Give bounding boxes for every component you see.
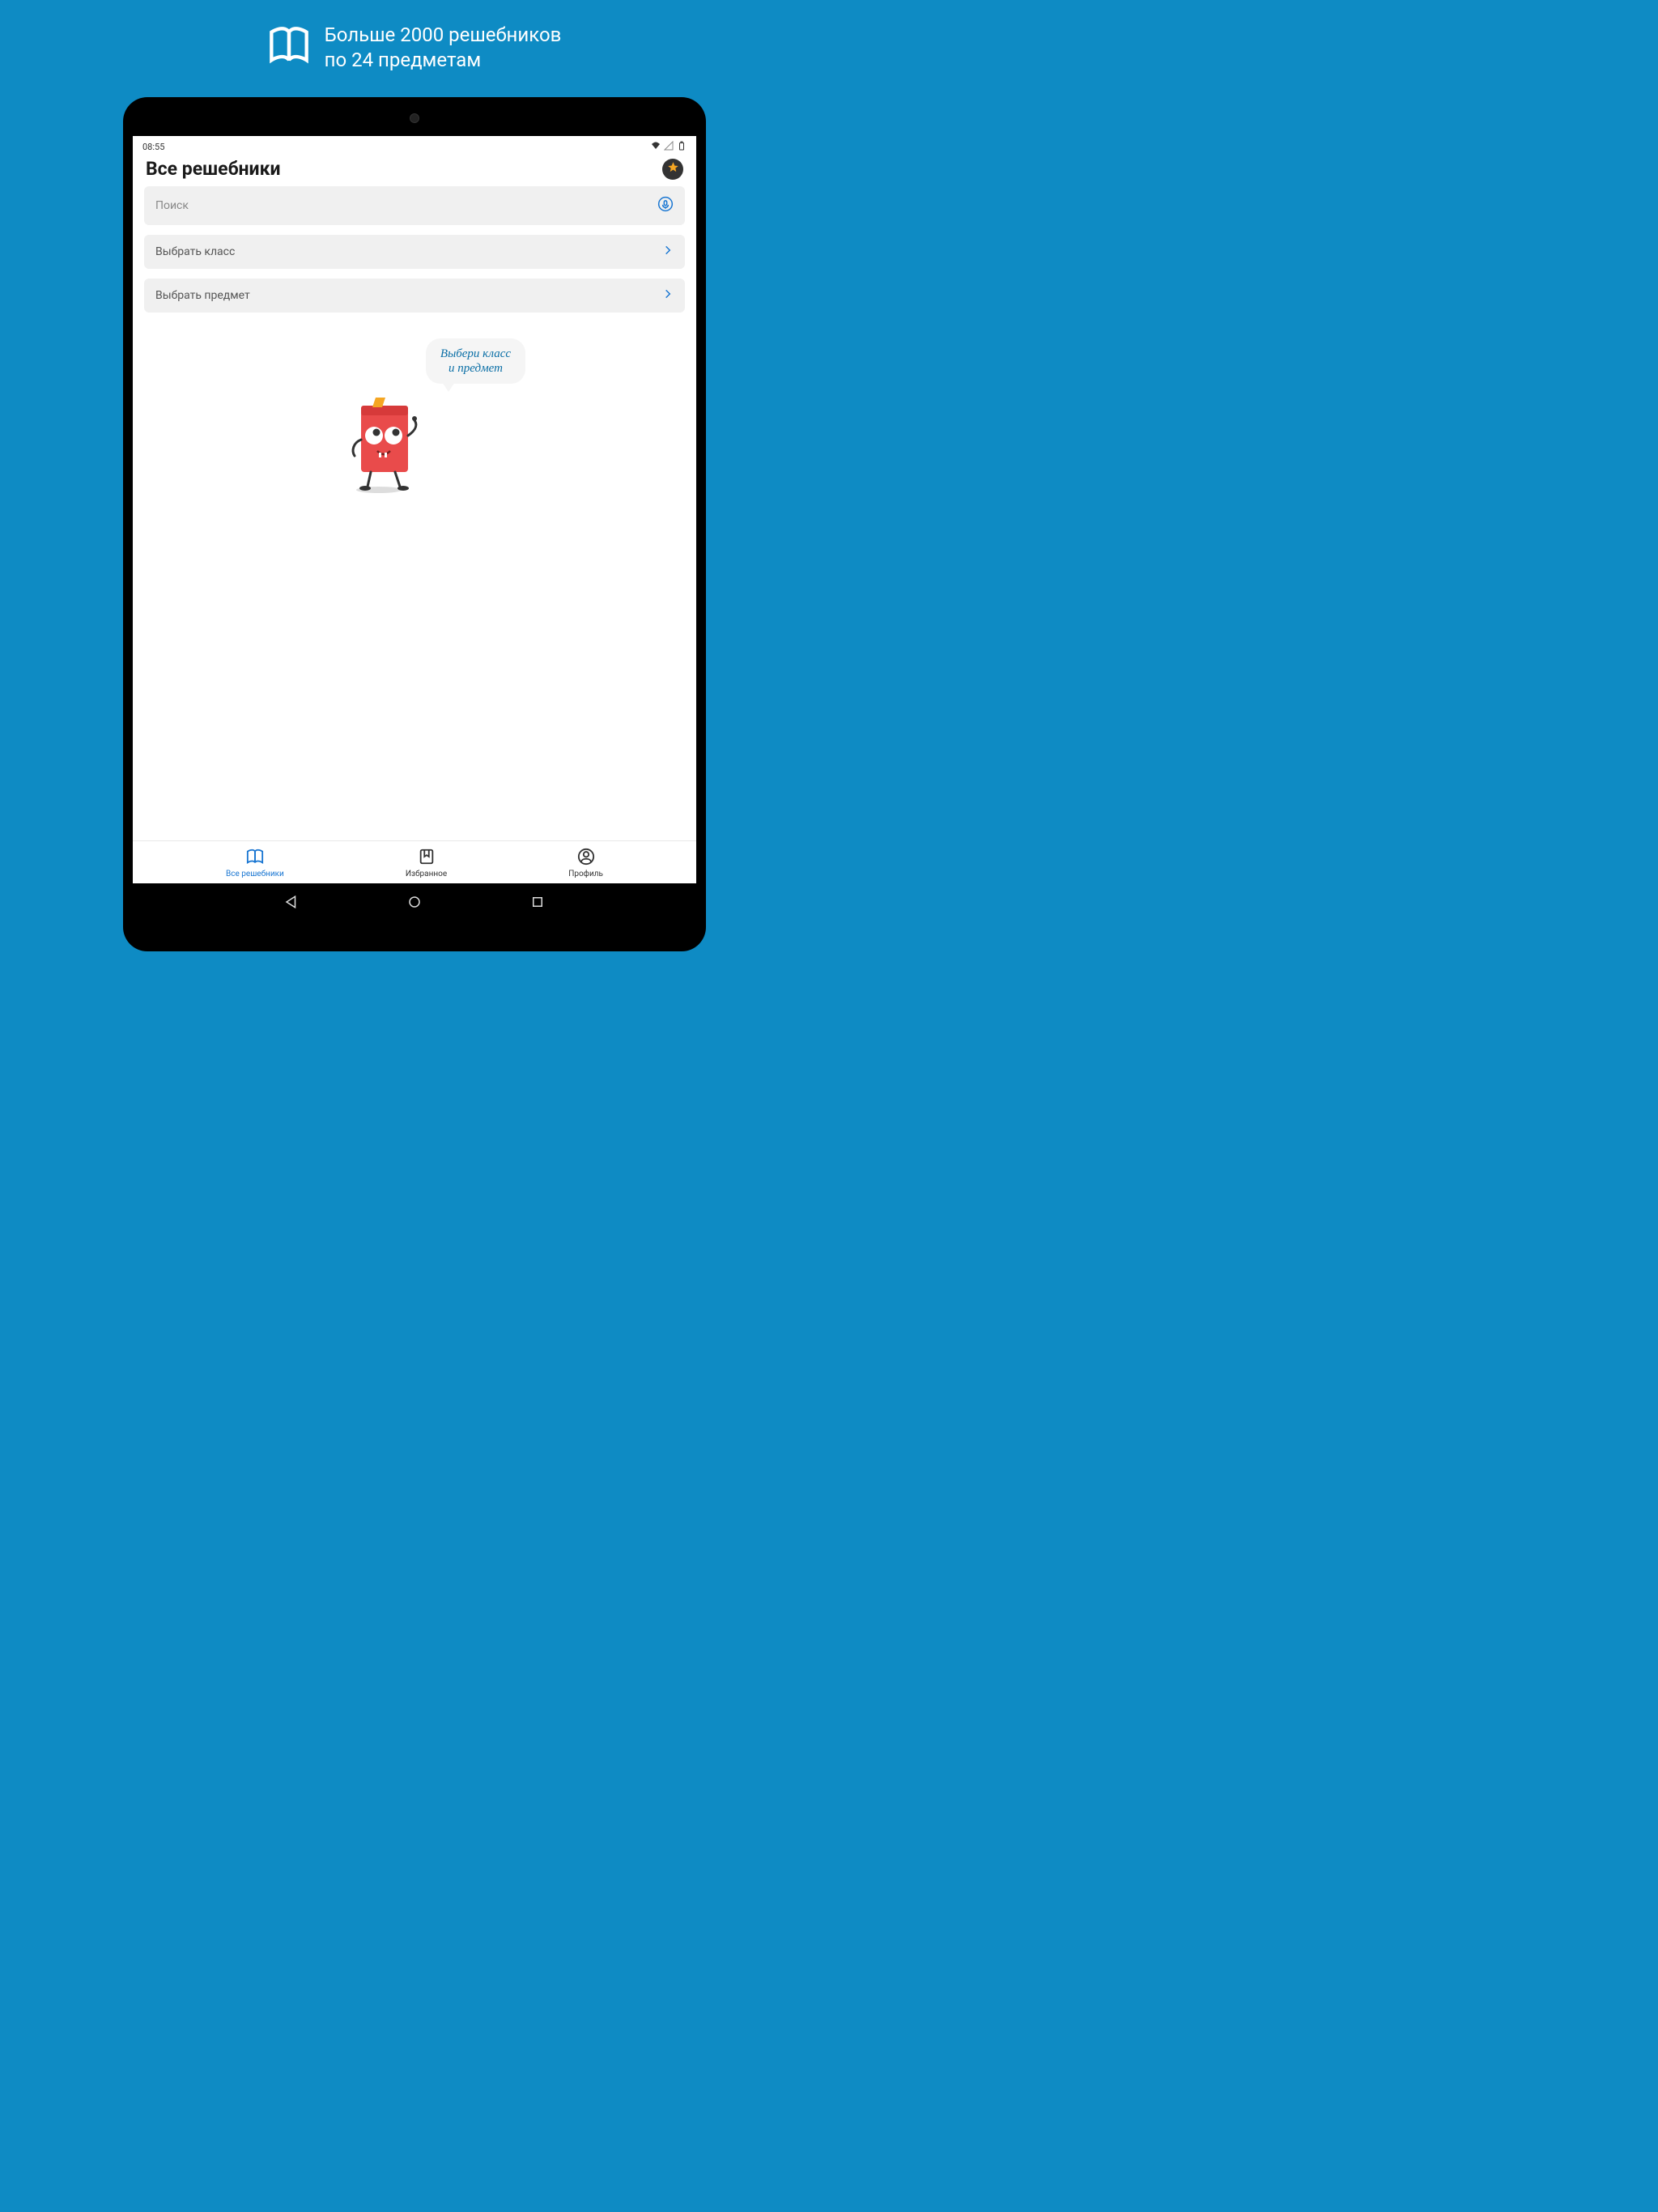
chevron-right-icon <box>662 288 674 303</box>
select-subject-label: Выбрать предмет <box>155 289 250 302</box>
android-recent-button[interactable] <box>530 895 545 912</box>
book-open-icon <box>246 848 264 868</box>
signal-icon <box>664 141 674 153</box>
tablet-camera <box>410 113 419 123</box>
book-icon <box>268 25 310 70</box>
mascot-illustration <box>346 391 427 500</box>
android-home-button[interactable] <box>407 895 422 912</box>
star-icon <box>667 161 679 177</box>
nav-favorites[interactable]: Избранное <box>406 848 447 878</box>
nav-fav-label: Избранное <box>406 870 447 878</box>
search-input[interactable]: Поиск <box>144 186 685 225</box>
nav-all-label: Все решебники <box>226 870 284 878</box>
select-class-label: Выбрать класс <box>155 245 235 258</box>
android-back-button[interactable] <box>284 895 299 912</box>
app-header: Все решебники <box>133 155 696 186</box>
android-nav-bar <box>133 883 696 912</box>
select-class-button[interactable]: Выбрать класс <box>144 235 685 269</box>
wifi-icon <box>651 141 661 153</box>
nav-profile[interactable]: Профиль <box>568 848 603 878</box>
bottom-nav: Все решебники Избранное Профиль <box>133 840 696 883</box>
tablet-frame: 08:55 Все решебники <box>123 97 706 951</box>
status-bar: 08:55 <box>133 136 696 155</box>
nav-all-solutions[interactable]: Все решебники <box>226 848 284 878</box>
nav-profile-label: Профиль <box>568 870 603 878</box>
page-title: Все решебники <box>146 158 281 180</box>
status-icons <box>651 141 687 153</box>
chevron-right-icon <box>662 245 674 259</box>
battery-icon <box>677 141 687 153</box>
mic-icon[interactable] <box>657 196 674 215</box>
filter-controls: Поиск Выбрать класс Выбрать предмет <box>133 186 696 322</box>
status-time: 08:55 <box>142 142 164 152</box>
mascot-area: Выбери класс и предмет <box>133 322 696 840</box>
select-subject-button[interactable]: Выбрать предмет <box>144 279 685 313</box>
favorites-badge-button[interactable] <box>662 159 683 180</box>
mascot-speech-bubble: Выбери класс и предмет <box>426 338 525 384</box>
search-placeholder: Поиск <box>155 199 189 212</box>
profile-icon <box>577 848 595 868</box>
promo-text: Больше 2000 решебников по 24 предметам <box>325 23 562 73</box>
app-screen: 08:55 Все решебники <box>133 136 696 883</box>
promo-banner: Больше 2000 решебников по 24 предметам <box>0 0 829 97</box>
bookmark-icon <box>418 848 436 868</box>
